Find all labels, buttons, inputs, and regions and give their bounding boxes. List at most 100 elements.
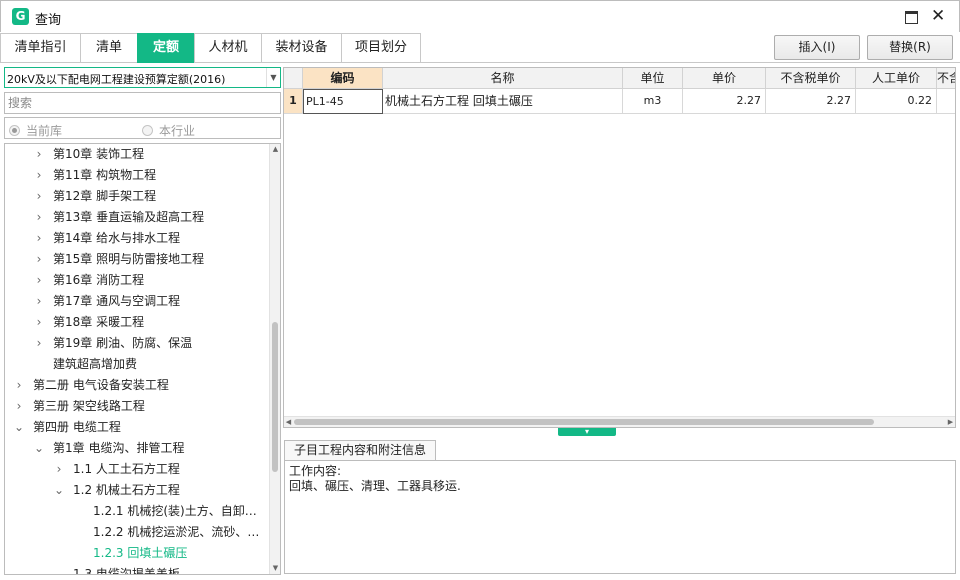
tree-item[interactable]: ⌄ 第1章 电缆沟、排管工程 [33, 438, 184, 459]
chevron-right-icon[interactable]: › [33, 333, 45, 354]
tree-item[interactable]: 1.2.3 回填土碾压 [73, 543, 187, 564]
tab-bill-guide[interactable]: 清单指引 [0, 33, 80, 63]
left-panel: 20kV及以下配电网工程建设预算定额(2016) ▼ 当前库 本行业 › 第10章… [3, 67, 281, 575]
cell-name[interactable]: 机械土石方工程 回填土碾压 [383, 89, 623, 114]
tree-item[interactable]: ⌄ 1.2 机械土石方工程 [53, 480, 180, 501]
chevron-right-icon[interactable]: › [33, 291, 45, 312]
tab-quota[interactable]: 定额 [137, 33, 194, 63]
tree-item[interactable]: › 第三册 架空线路工程 [13, 396, 145, 417]
chevron-right-icon[interactable]: › [33, 312, 45, 333]
grid-horizontal-scrollbar[interactable]: ◀ ▶ [284, 416, 955, 427]
chevron-right-icon[interactable]: › [33, 249, 45, 270]
close-window-icon[interactable]: ✕ [931, 6, 945, 26]
tab-project-division[interactable]: 项目划分 [341, 33, 421, 63]
column-header-code[interactable]: 编码 [303, 68, 383, 89]
work-content-heading: 工作内容: [289, 464, 342, 478]
tree-item-label: 第17章 通风与空调工程 [53, 294, 181, 308]
chevron-right-icon[interactable]: › [33, 186, 45, 207]
tree-item[interactable]: › 第18章 采暖工程 [33, 312, 145, 333]
tree-item[interactable]: 1.2.1 机械挖(装)土方、自卸… [73, 501, 257, 522]
column-header-truncated[interactable]: 不含 [937, 68, 955, 89]
chevron-right-icon[interactable]: › [33, 144, 45, 165]
radio-current-library[interactable]: 当前库 [9, 122, 62, 139]
tree-item[interactable]: 1.3 电缆沟揭盖盖板 [53, 564, 180, 575]
tree-item-label: 第三册 架空线路工程 [33, 399, 145, 413]
chevron-down-icon[interactable]: ⌄ [53, 480, 65, 501]
cell-unit[interactable]: m3 [623, 89, 683, 114]
radio-industry[interactable]: 本行业 [142, 122, 195, 139]
tree-item[interactable]: 建筑超高增加费 [33, 354, 137, 375]
tree-item-label: 第10章 装饰工程 [53, 147, 145, 161]
scroll-thumb[interactable] [272, 322, 278, 472]
column-header-labor-price[interactable]: 人工单价 [856, 68, 937, 89]
title-bar: G 查询 ✕ [0, 0, 960, 32]
tree-item-label: 第13章 垂直运输及超高工程 [53, 210, 205, 224]
chevron-right-icon[interactable]: › [33, 228, 45, 249]
chevron-right-icon[interactable]: › [13, 396, 25, 417]
cell-code[interactable]: PL1-45 [303, 89, 383, 114]
work-content-text: 回填、碾压、清理、工器具移运. [289, 479, 461, 493]
chevron-down-icon[interactable]: ▼ [266, 68, 280, 87]
cell-price-excl-tax[interactable]: 2.27 [766, 89, 856, 114]
column-header-unit[interactable]: 单位 [623, 68, 683, 89]
tree-item[interactable]: › 第16章 消防工程 [33, 270, 145, 291]
row-number[interactable]: 1 [284, 89, 303, 114]
tab-bar: 清单指引 清单 定额 人材机 装材设备 项目划分 插入(I) 替换(R) [0, 32, 960, 63]
chevron-right-icon[interactable]: › [33, 165, 45, 186]
tab-work-content-info[interactable]: 子目工程内容和附注信息 [284, 440, 436, 460]
tree-item-label: 第14章 给水与排水工程 [53, 231, 181, 245]
tree-item[interactable]: › 第19章 刷油、防腐、保温 [33, 333, 193, 354]
minimize-window-icon[interactable] [904, 9, 918, 24]
tree-item-label: 第15章 照明与防雷接地工程 [53, 252, 205, 266]
tree-item[interactable]: › 第二册 电气设备安装工程 [13, 375, 169, 396]
chevron-down-icon[interactable]: ⌄ [33, 438, 45, 459]
tree-vertical-scrollbar[interactable]: ▲ ▼ [269, 144, 280, 574]
tree-item-label: 第16章 消防工程 [53, 273, 145, 287]
tree-item[interactable]: 1.2.2 机械挖运淤泥、流砂、… [73, 522, 259, 543]
tree-item-label: 1.1 人工土石方工程 [73, 462, 180, 476]
tree-item[interactable]: › 第12章 脚手架工程 [33, 186, 157, 207]
tab-material-equipment[interactable]: 装材设备 [261, 33, 341, 63]
tab-bill[interactable]: 清单 [80, 33, 137, 63]
chevron-right-icon[interactable]: › [33, 207, 45, 228]
radio-current-library-label: 当前库 [26, 124, 63, 138]
tree-item-label: 1.2.2 机械挖运淤泥、流砂、… [93, 525, 260, 539]
column-header-price-excl-tax[interactable]: 不含税单价 [766, 68, 856, 89]
chevron-right-icon[interactable]: › [53, 459, 65, 480]
insert-button[interactable]: 插入(I) [774, 35, 860, 60]
tree-item[interactable]: ⌄ 第四册 电缆工程 [13, 417, 121, 438]
tree-item[interactable]: › 第11章 构筑物工程 [33, 165, 157, 186]
tree-item-label: 第19章 刷油、防腐、保温 [53, 336, 193, 350]
chevron-right-icon[interactable]: › [33, 270, 45, 291]
search-input[interactable] [4, 92, 281, 114]
tree-item[interactable]: › 第14章 给水与排水工程 [33, 228, 181, 249]
scroll-up-icon[interactable]: ▲ [271, 145, 280, 154]
radio-selected-icon [9, 125, 20, 136]
column-header-price[interactable]: 单价 [683, 68, 766, 89]
work-content-panel: 工作内容: 回填、碾压、清理、工器具移运. [284, 460, 956, 574]
quota-grid: 编码 名称 单位 单价 不含税单价 人工单价 不含 1 PL1-45 机械土石方… [283, 67, 956, 428]
tab-labor-material-machine[interactable]: 人材机 [194, 33, 261, 63]
tree-item[interactable]: › 第10章 装饰工程 [33, 144, 145, 165]
panel-splitter-handle[interactable]: ▾ [558, 428, 616, 436]
scroll-thumb[interactable] [294, 419, 874, 425]
replace-button[interactable]: 替换(R) [867, 35, 953, 60]
library-select[interactable]: 20kV及以下配电网工程建设预算定额(2016) ▼ [4, 67, 281, 88]
scroll-right-icon[interactable]: ▶ [946, 417, 955, 427]
scroll-left-icon[interactable]: ◀ [284, 417, 293, 427]
cell-truncated[interactable] [937, 89, 955, 114]
tree-item[interactable]: › 第15章 照明与防雷接地工程 [33, 249, 205, 270]
tree-item-label: 1.2.3 回填土碾压 [93, 546, 188, 560]
tree-item[interactable]: › 1.1 人工土石方工程 [53, 459, 180, 480]
tree-item-label: 1.3 电缆沟揭盖盖板 [73, 567, 180, 575]
column-header-name[interactable]: 名称 [383, 68, 623, 89]
tree-item[interactable]: › 第17章 通风与空调工程 [33, 291, 181, 312]
cell-labor-price[interactable]: 0.22 [856, 89, 937, 114]
chevron-down-icon[interactable]: ⌄ [13, 417, 25, 438]
tree-item[interactable]: › 第13章 垂直运输及超高工程 [33, 207, 205, 228]
tree-item-label: 第1章 电缆沟、排管工程 [53, 441, 185, 455]
chevron-right-icon[interactable]: › [13, 375, 25, 396]
scroll-down-icon[interactable]: ▼ [271, 564, 280, 573]
tree-item-label: 第18章 采暖工程 [53, 315, 145, 329]
cell-price[interactable]: 2.27 [683, 89, 766, 114]
